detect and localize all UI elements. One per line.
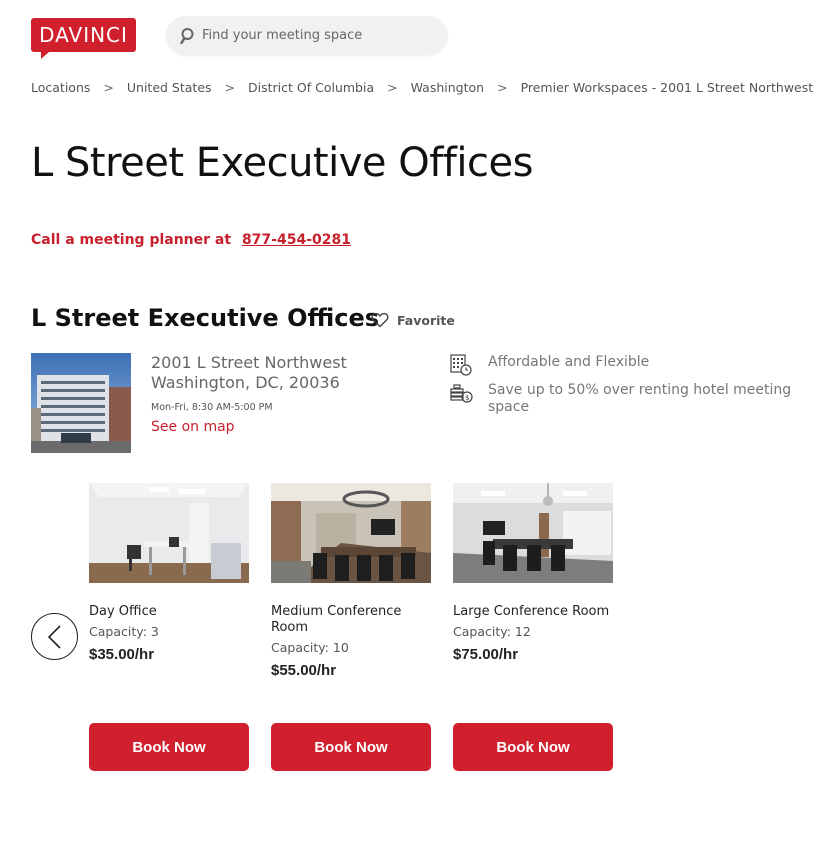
venue-building-photo (31, 353, 131, 453)
breadcrumb: Locations > United States > District Of … (31, 80, 813, 95)
favorite-label: Favorite (397, 312, 455, 328)
book-now-button[interactable]: Book Now (453, 723, 613, 771)
breadcrumb-separator: > (497, 80, 508, 95)
room-price: $35.00/hr (89, 646, 155, 663)
call-planner: Call a meeting planner at 877-454-0281 (31, 232, 351, 248)
feature-affordable: Affordable and Flexible (450, 354, 649, 381)
venue-hours: Mon-Fri, 8:30 AM-5:00 PM (151, 402, 273, 413)
money-stack-icon: $ (450, 382, 474, 416)
feature-savings: $ Save up to 50% over renting hotel meet… (450, 382, 810, 416)
breadcrumb-separator: > (103, 80, 114, 95)
breadcrumb-separator: > (224, 80, 236, 95)
address-line2: Washington, DC, 20036 (151, 373, 340, 392)
search-bar[interactable] (166, 16, 448, 55)
phone-link[interactable]: 877-454-0281 (242, 232, 351, 248)
page-title: L Street Executive Offices (31, 140, 533, 186)
room-capacity: Capacity: 12 (453, 624, 531, 639)
room-capacity: Capacity: 10 (271, 640, 349, 655)
svg-text:$: $ (465, 394, 469, 402)
book-now-button[interactable]: Book Now (89, 723, 249, 771)
room-capacity: Capacity: 3 (89, 624, 159, 639)
see-on-map-link[interactable]: See on map (151, 419, 235, 435)
breadcrumb-united-states[interactable]: United States (127, 80, 212, 95)
feature-text: Save up to 50% over renting hotel meetin… (488, 382, 792, 415)
room-card: Medium Conference Room Capacity: 10 $55.… (271, 483, 431, 679)
room-name[interactable]: Large Conference Room (453, 604, 613, 620)
building-calendar-icon (450, 354, 474, 381)
room-name[interactable]: Day Office (89, 604, 249, 620)
breadcrumb-separator: > (387, 80, 398, 95)
venue-address: 2001 L Street Northwest Washington, DC, … (151, 353, 347, 393)
breadcrumb-current: Premier Workspaces - 2001 L Street North… (520, 80, 814, 95)
room-price: $75.00/hr (453, 646, 519, 663)
room-photo[interactable] (271, 483, 431, 583)
call-text: Call a meeting planner at (31, 232, 232, 248)
venue-name: L Street Executive Offices (31, 304, 380, 332)
address-line1: 2001 L Street Northwest (151, 353, 347, 372)
room-photo[interactable] (453, 483, 613, 583)
davinci-logo[interactable]: DAVINCI (31, 18, 136, 59)
room-photo[interactable] (89, 483, 249, 583)
room-card: Day Office Capacity: 3 $35.00/hr (89, 483, 249, 663)
breadcrumb-washington[interactable]: Washington (411, 80, 484, 95)
search-icon (180, 27, 194, 44)
chevron-left-icon (47, 624, 61, 649)
favorite-button[interactable]: Favorite (371, 312, 455, 328)
room-price: $55.00/hr (271, 662, 337, 679)
room-card: Large Conference Room Capacity: 12 $75.0… (453, 483, 613, 663)
heart-icon (371, 312, 389, 328)
book-now-button[interactable]: Book Now (271, 723, 431, 771)
breadcrumb-locations[interactable]: Locations (31, 80, 90, 95)
breadcrumb-district-of-columbia[interactable]: District Of Columbia (248, 80, 374, 95)
carousel-prev-button[interactable] (31, 613, 78, 660)
room-name[interactable]: Medium Conference Room (271, 604, 431, 636)
feature-text: Affordable and Flexible (488, 354, 650, 370)
search-input[interactable] (202, 28, 432, 43)
